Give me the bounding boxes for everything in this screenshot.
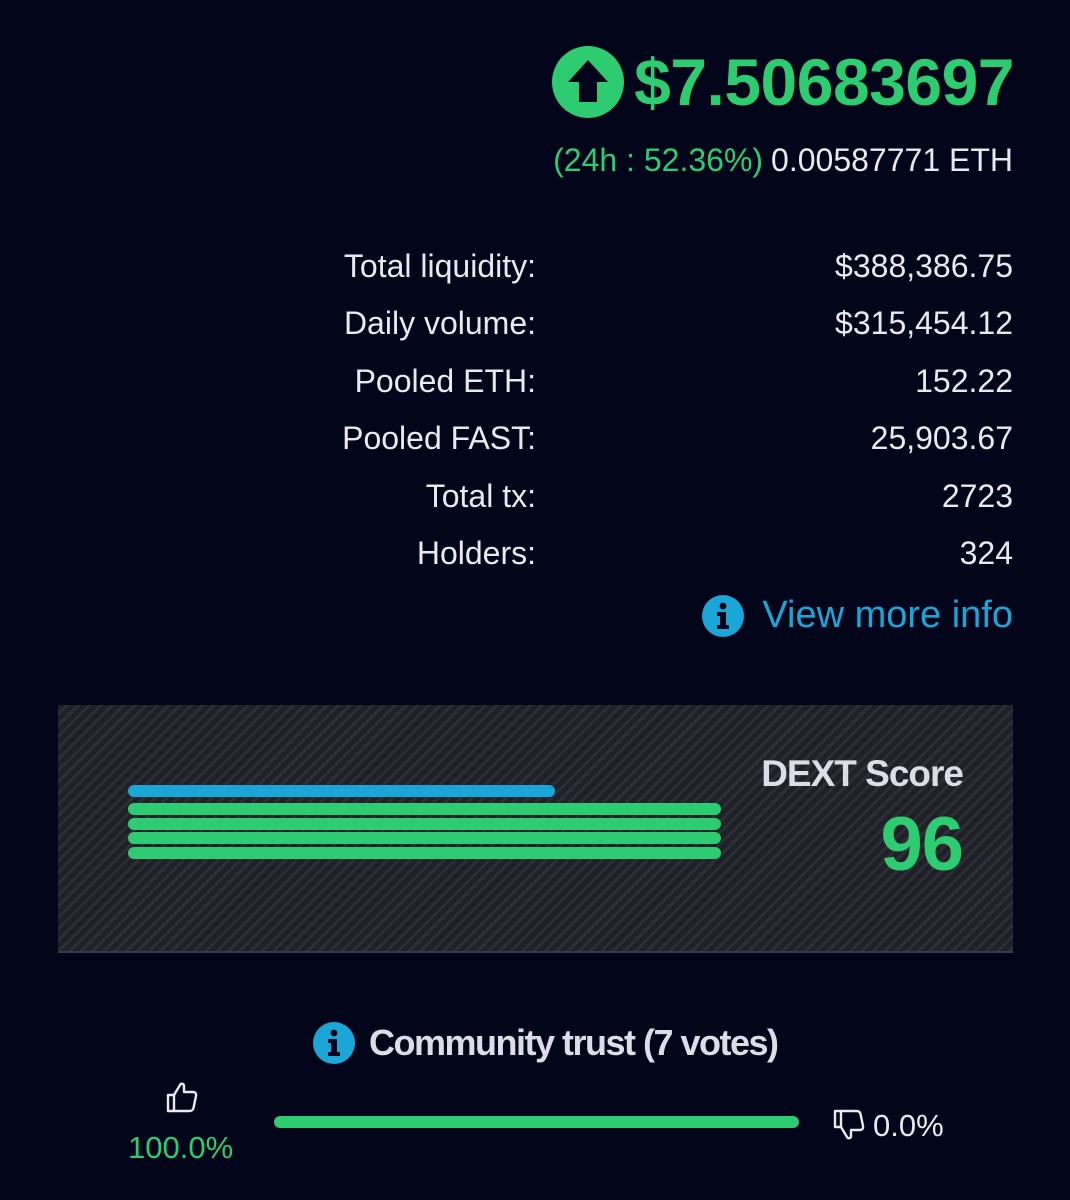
dext-score-value: 96	[880, 802, 964, 887]
arrow-up-circle-icon	[552, 46, 625, 118]
info-icon	[702, 594, 745, 637]
dext-score-bar	[128, 846, 721, 859]
stat-label: Total tx:	[425, 477, 536, 514]
thumbs-up-percent: 100.0%	[128, 1130, 234, 1165]
token-price: $7.50683697	[634, 45, 1014, 119]
price-change-24h: (24h : 52.36%)	[553, 142, 764, 178]
stat-row-total-tx: Total tx: 2723	[0, 474, 1070, 531]
thumbs-down-percent: 0.0%	[873, 1108, 944, 1143]
view-more-info-link[interactable]: View more info	[702, 594, 1013, 637]
stat-label: Pooled FAST:	[342, 420, 536, 457]
stat-row-daily-volume: Daily volume: $315,454.12	[0, 301, 1070, 358]
dext-score-title: DEXT Score	[761, 753, 964, 794]
stat-value: 2723	[941, 477, 1013, 514]
thumbs-up-icon[interactable]	[165, 1080, 199, 1114]
stat-value: 25,903.67	[870, 420, 1013, 457]
stat-value: $315,454.12	[835, 305, 1013, 342]
stat-value: 152.22	[915, 362, 1013, 399]
community-trust-bar	[274, 1116, 799, 1128]
price-in-eth: 0.00587771 ETH	[771, 142, 1013, 178]
stat-row-holders: Holders: 324	[0, 531, 1070, 588]
dext-score-bar	[128, 817, 721, 830]
token-stats: Total liquidity: $388,386.75 Daily volum…	[0, 244, 1070, 588]
token-page: $7.50683697 (24h : 52.36%) 0.00587771 ETH…	[0, 0, 1070, 1200]
community-trust-title: Community trust (7 votes)	[369, 1022, 779, 1063]
stat-row-total-liquidity: Total liquidity: $388,386.75	[0, 244, 1070, 301]
info-icon	[313, 1022, 355, 1064]
thumbs-down-icon[interactable]	[832, 1108, 866, 1142]
stat-row-pooled-fast: Pooled FAST: 25,903.67	[0, 416, 1070, 473]
dext-score-bar	[128, 803, 721, 815]
stat-row-pooled-eth: Pooled ETH: 152.22	[0, 359, 1070, 416]
price-header: $7.50683697	[552, 44, 1014, 120]
stat-value: 324	[959, 534, 1013, 571]
community-trust-header[interactable]: Community trust (7 votes)	[313, 1022, 779, 1064]
stat-label: Daily volume:	[343, 305, 536, 342]
dext-score-panel: DEXT Score 96	[58, 705, 1013, 953]
stat-label: Pooled ETH:	[354, 362, 536, 399]
stat-label: Holders:	[416, 534, 536, 571]
stat-label: Total liquidity:	[343, 248, 536, 284]
price-subline: (24h : 52.36%) 0.00587771 ETH	[553, 142, 1013, 179]
stat-value: $388,386.75	[835, 248, 1013, 284]
dext-score-bar	[128, 785, 555, 797]
view-more-info-label: View more info	[762, 594, 1013, 636]
community-trust-bar-fill	[274, 1116, 799, 1128]
dext-score-bar	[128, 832, 721, 844]
